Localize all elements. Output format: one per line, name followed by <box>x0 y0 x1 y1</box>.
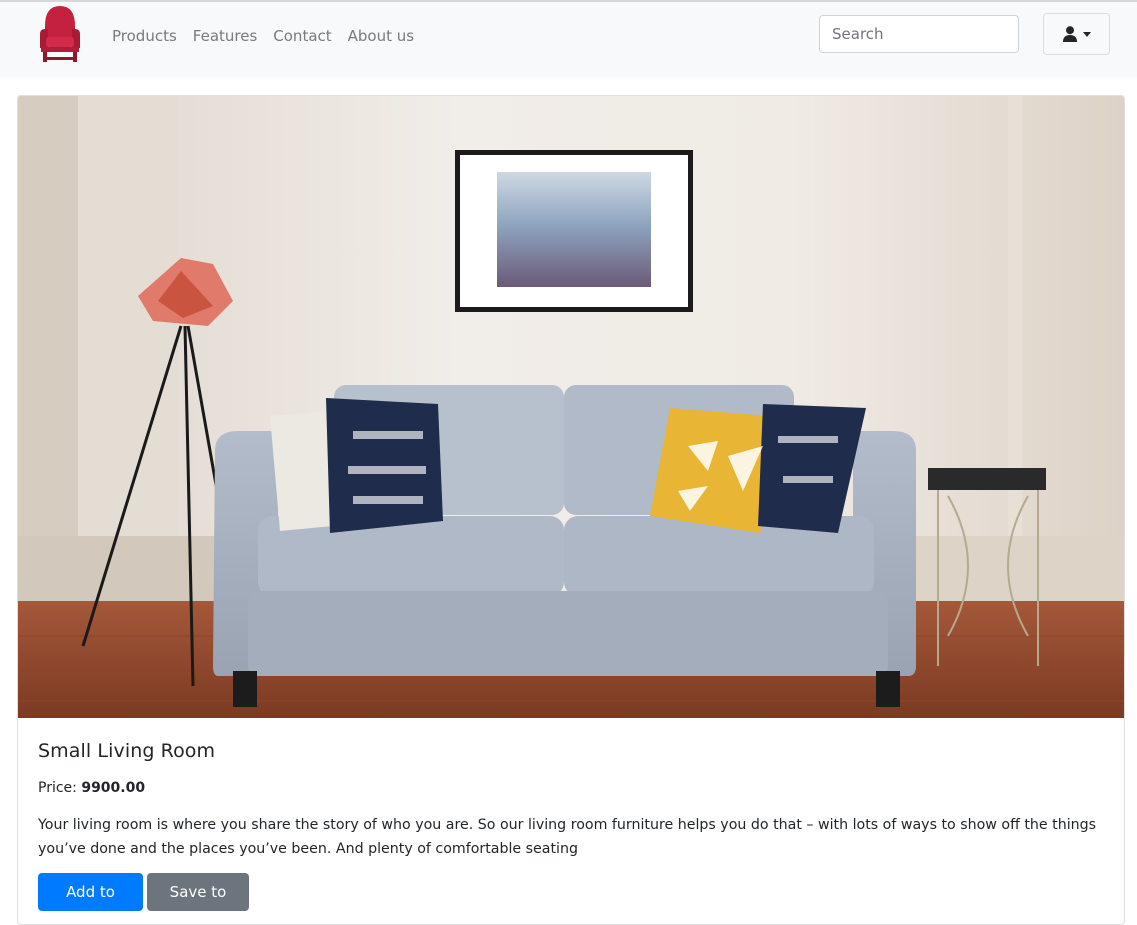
save-to-list-button[interactable]: Save to list <box>147 873 249 924</box>
add-to-cart-button[interactable]: Add to cart <box>38 873 143 924</box>
price-label: Price: <box>38 780 77 796</box>
product-title: Small Living Room <box>38 740 216 762</box>
brand-logo[interactable] <box>37 4 83 64</box>
product-description: Your living room is where you share the … <box>38 817 1097 857</box>
action-buttons: Add to cart Save to list <box>38 873 1108 924</box>
nav-link-about-us[interactable]: About us <box>348 25 414 49</box>
nav-link-features[interactable]: Features <box>193 25 258 49</box>
navbar: Products Features Contact About us <box>0 2 1137 78</box>
user-menu-button[interactable] <box>1043 13 1110 55</box>
armchair-logo-icon <box>40 6 80 62</box>
caret-down-icon <box>1082 31 1091 37</box>
nav-link-products[interactable]: Products <box>112 25 177 49</box>
user-icon <box>1062 26 1077 42</box>
price-value: 9900.00 <box>81 780 146 796</box>
product-price: Price: 9900.00 <box>38 778 1108 798</box>
search-input[interactable] <box>819 15 1019 53</box>
nav-link-contact[interactable]: Contact <box>273 25 331 49</box>
product-card: Small Living Room Price: 9900.00 Your li… <box>17 95 1125 925</box>
card-body: Small Living Room Price: 9900.00 Your li… <box>38 736 1108 924</box>
nav-links: Products Features Contact About us <box>112 25 414 49</box>
product-image <box>18 96 1124 718</box>
